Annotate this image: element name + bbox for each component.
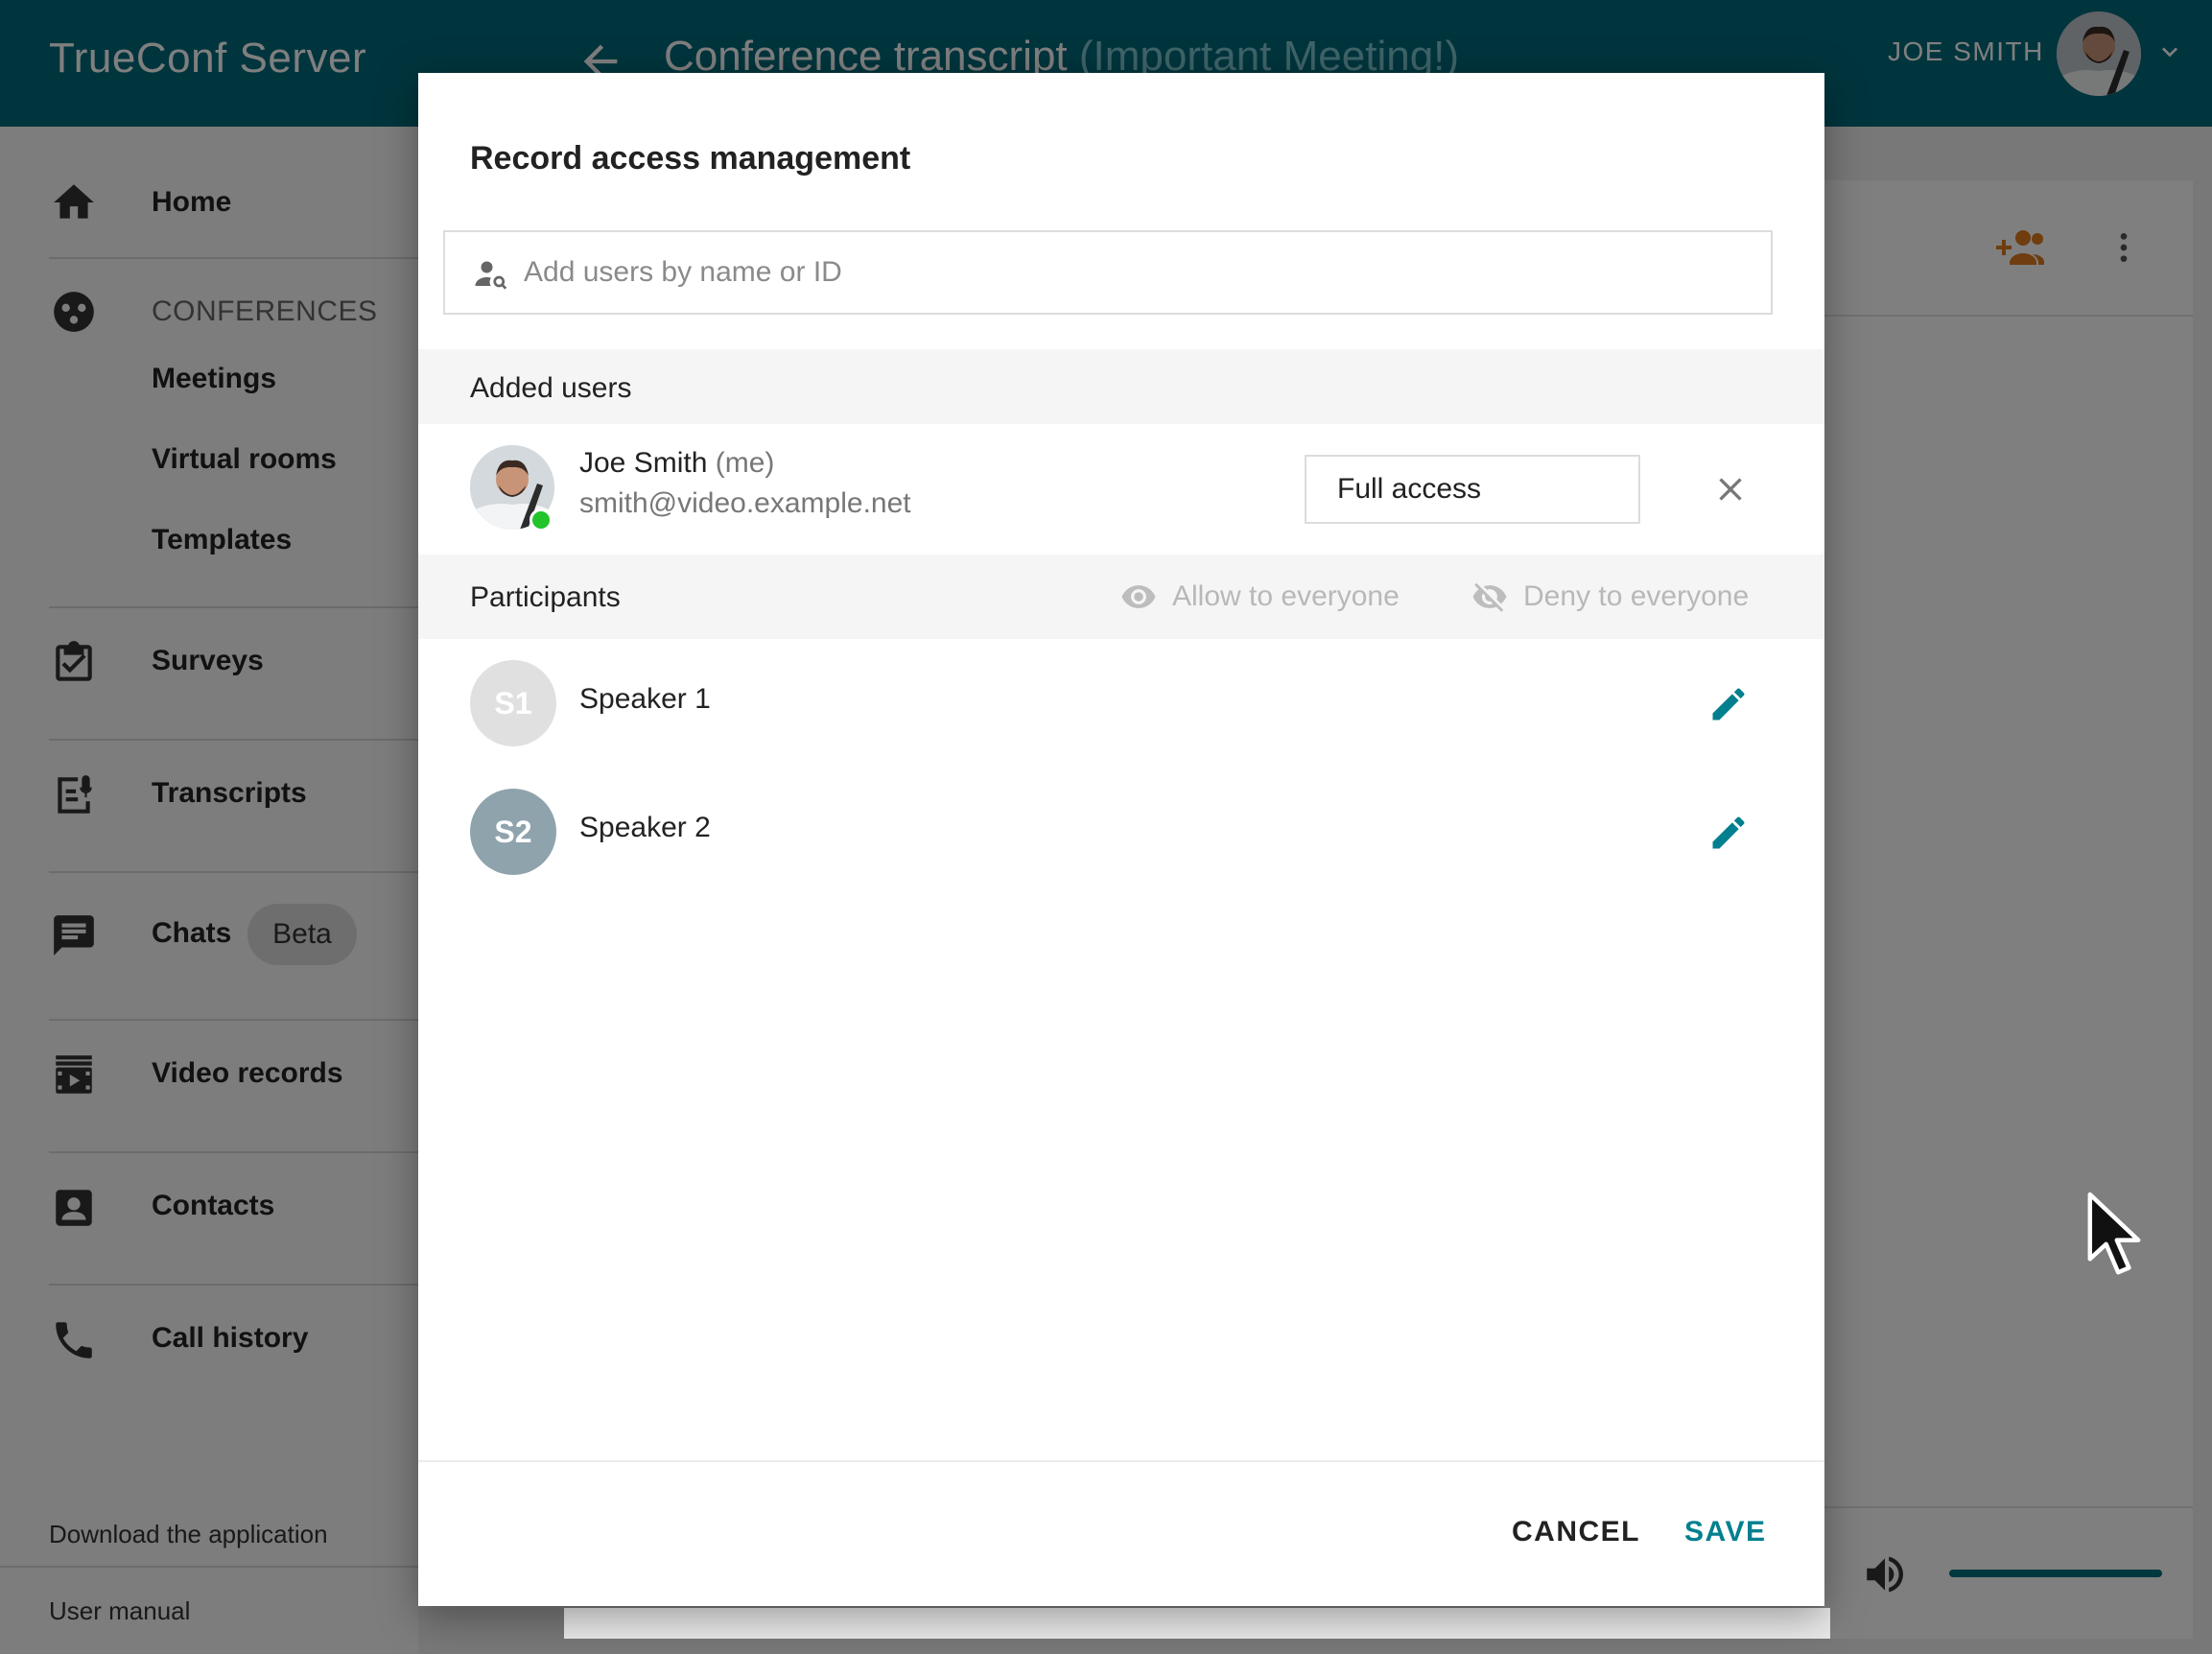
added-user-name-text: Joe Smith — [579, 447, 708, 479]
speaker-avatar: S2 — [470, 789, 556, 875]
dialog-footer-divider — [418, 1460, 1824, 1462]
participants-label: Participants — [470, 581, 621, 613]
close-icon[interactable] — [1711, 470, 1750, 508]
eye-off-icon — [1472, 582, 1507, 612]
added-users-header: Added users — [418, 349, 1824, 424]
cancel-button[interactable]: CANCEL — [1512, 1516, 1640, 1548]
record-access-dialog: Record access management Added users Joe… — [418, 73, 1824, 1606]
added-users-label: Added users — [470, 372, 632, 404]
save-button[interactable]: SAVE — [1684, 1516, 1766, 1548]
added-user-row: Joe Smith (me) smith@video.example.net F… — [418, 424, 1824, 555]
allow-everyone-button[interactable]: Allow to everyone — [1120, 555, 1400, 639]
speaker-row: S1 Speaker 1 — [418, 641, 1824, 766]
edit-pencil-icon[interactable] — [1707, 812, 1750, 854]
access-level-select[interactable]: Full access — [1305, 455, 1640, 524]
deny-everyone-button[interactable]: Deny to everyone — [1471, 555, 1749, 639]
deny-everyone-label: Deny to everyone — [1523, 580, 1750, 612]
online-status-dot — [529, 508, 553, 532]
speaker-name: Speaker 1 — [579, 683, 711, 715]
speaker-name: Speaker 2 — [579, 812, 711, 843]
page-bottom-strip — [564, 1608, 1830, 1639]
user-search-box[interactable] — [443, 230, 1773, 315]
added-user-name: Joe Smith (me) — [579, 447, 774, 480]
added-user-email: smith@video.example.net — [579, 487, 911, 519]
allow-everyone-label: Allow to everyone — [1172, 580, 1400, 612]
me-tag: (me) — [715, 447, 775, 479]
mouse-cursor-icon — [2087, 1192, 2141, 1275]
edit-pencil-icon[interactable] — [1707, 683, 1750, 725]
eye-icon — [1121, 585, 1156, 608]
user-search-input[interactable] — [524, 232, 1761, 313]
user-search-icon — [475, 261, 507, 290]
speaker-row: S2 Speaker 2 — [418, 769, 1824, 894]
participants-header: Participants Allow to everyone Deny to e… — [418, 555, 1824, 639]
speaker-avatar: S1 — [470, 660, 556, 746]
dialog-title: Record access management — [470, 140, 911, 177]
